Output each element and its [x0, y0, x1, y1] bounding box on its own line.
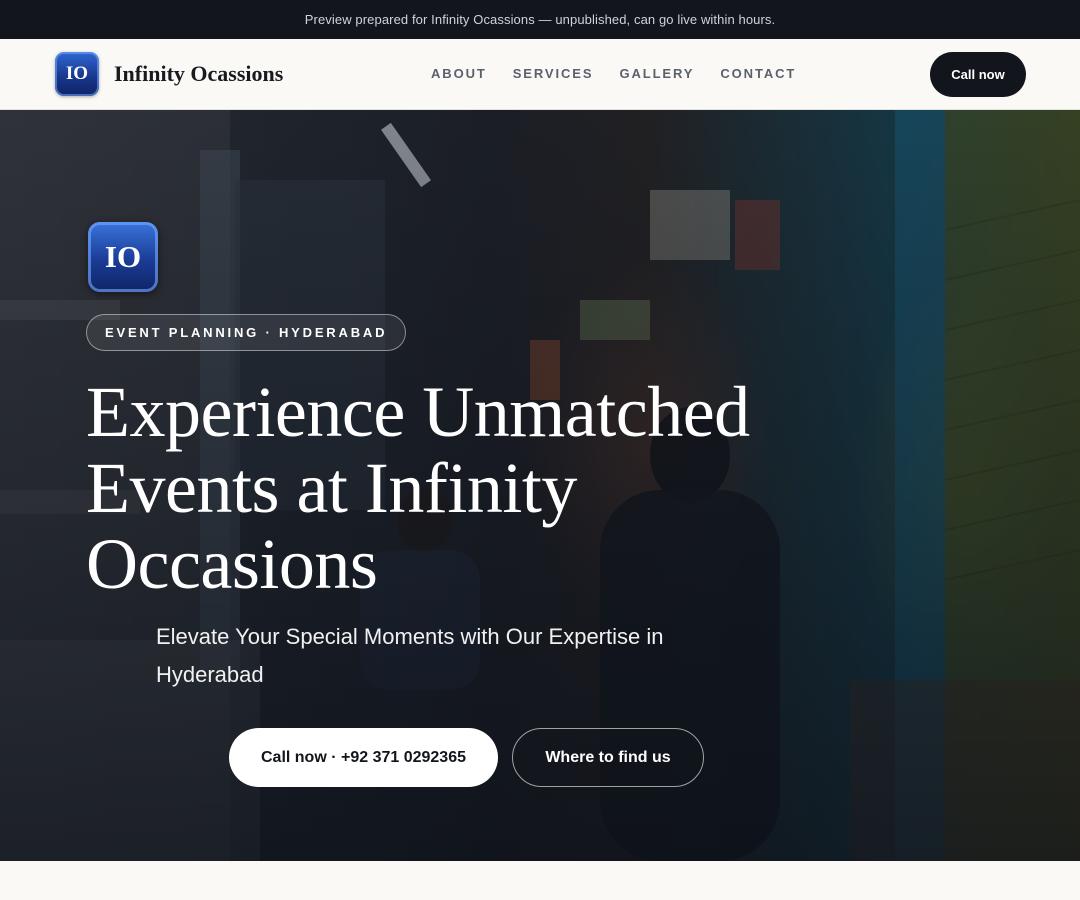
- nav-link-gallery[interactable]: GALLERY: [619, 66, 694, 81]
- next-section: [0, 861, 1080, 900]
- nav-link-about[interactable]: ABOUT: [431, 66, 487, 81]
- hero-subtitle: Elevate Your Special Moments with Our Ex…: [156, 624, 664, 687]
- nav-link-services[interactable]: SERVICES: [513, 66, 594, 81]
- header-call-now-button[interactable]: Call now: [930, 52, 1026, 97]
- brand-name: Infinity Ocassions: [114, 61, 284, 86]
- nav-link-contact[interactable]: CONTACT: [720, 66, 796, 81]
- hero-call-now-button[interactable]: Call now · +92 371 0292365: [229, 728, 498, 787]
- preview-banner: Preview prepared for Infinity Ocassions …: [0, 0, 1080, 39]
- main-nav: ABOUT SERVICES GALLERY CONTACT: [431, 66, 822, 81]
- preview-banner-text: Preview prepared for Infinity Ocassions …: [304, 12, 776, 27]
- hero-section: IO EVENT PLANNING · HYDERABAD Experience…: [0, 110, 1080, 861]
- hero-eyebrow-badge: EVENT PLANNING · HYDERABAD: [86, 314, 407, 351]
- hero-title: Experience Unmatched Events at Infinity …: [86, 372, 750, 604]
- where-to-find-us-button[interactable]: Where to find us: [512, 728, 704, 787]
- site-header: IO Infinity Ocassions ABOUT SERVICES GAL…: [0, 39, 1080, 110]
- brand-logo-icon: IO: [55, 52, 99, 96]
- brand[interactable]: IO Infinity Ocassions: [55, 52, 283, 96]
- hero-logo-icon: IO: [88, 222, 158, 292]
